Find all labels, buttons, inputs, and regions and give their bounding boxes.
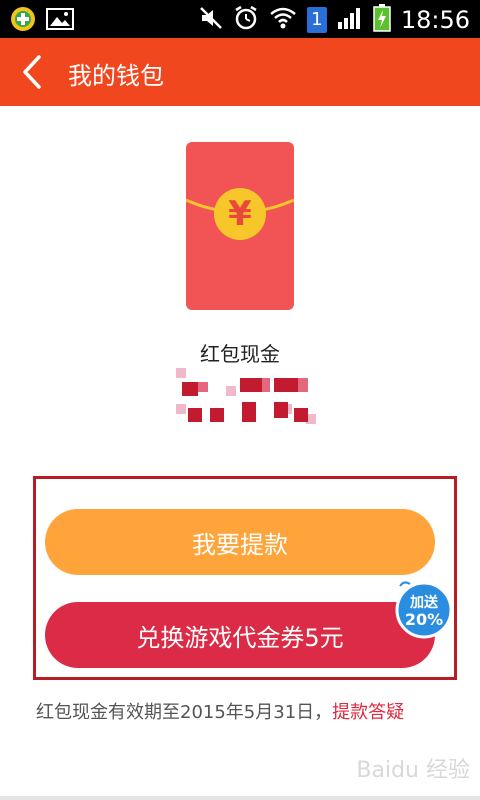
image-icon — [46, 7, 74, 35]
bonus-badge: 加送 20% — [392, 578, 454, 640]
battery-charging-icon — [373, 4, 391, 36]
wifi-icon — [269, 6, 297, 34]
validity-text: 红包现金有效期至2015年5月31日， — [36, 702, 333, 723]
sim-icon: 1 — [306, 7, 327, 33]
cash-label: 红包现金 — [200, 342, 280, 366]
alarm-icon — [233, 5, 259, 35]
bottom-divider — [0, 796, 480, 800]
exchange-voucher-button[interactable]: 兑换游戏代金券5元 — [45, 602, 435, 668]
app-icon — [10, 6, 36, 36]
chevron-left-icon — [23, 55, 41, 89]
status-right: 1 18:56 — [199, 4, 470, 36]
status-time: 18:56 — [400, 6, 470, 34]
pixelated-amount — [176, 368, 316, 424]
watermark: Baidu 经验 — [356, 758, 470, 783]
red-envelope-illustration: ¥ — [186, 142, 294, 310]
status-bar: 1 18:56 — [0, 0, 480, 38]
app-bar: 我的钱包 — [0, 38, 480, 106]
signal-icon — [337, 6, 363, 34]
bonus-badge-top: 加送 — [410, 595, 438, 611]
withdraw-button[interactable]: 我要提款 — [45, 509, 435, 575]
status-left — [10, 6, 74, 36]
bonus-badge-bottom: 20% — [404, 610, 444, 629]
withdraw-faq-link[interactable]: 提款答疑 — [332, 702, 404, 723]
back-button[interactable] — [14, 52, 50, 92]
yuan-coin-icon: ¥ — [214, 188, 266, 240]
page-title: 我的钱包 — [68, 62, 164, 90]
mute-icon — [199, 6, 223, 34]
validity-note: 红包现金有效期至2015年5月31日，提款答疑 — [36, 698, 404, 724]
